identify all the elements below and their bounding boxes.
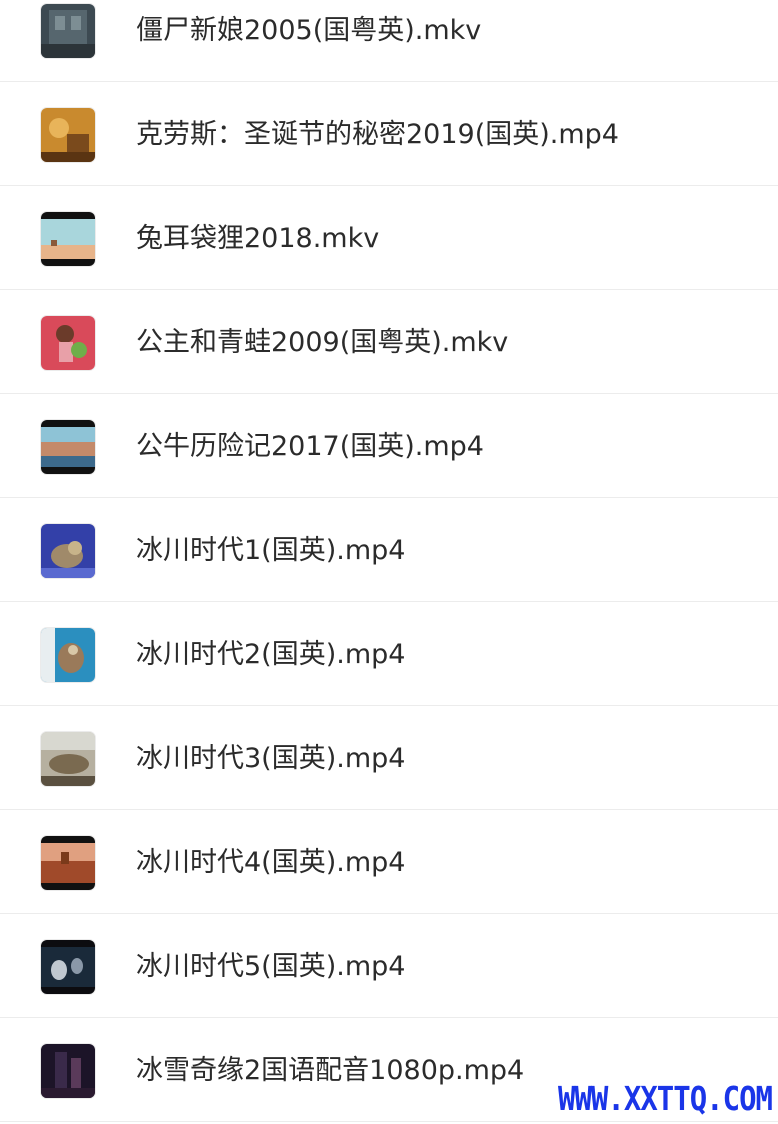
video-thumbnail xyxy=(41,836,95,890)
video-thumbnail xyxy=(41,628,95,682)
list-item[interactable]: 冰川时代1(国英).mp4 xyxy=(0,498,778,602)
video-thumbnail xyxy=(41,316,95,370)
list-item[interactable]: 公牛历险记2017(国英).mp4 xyxy=(0,394,778,498)
list-item[interactable]: 克劳斯：圣诞节的秘密2019(国英).mp4 xyxy=(0,82,778,186)
list-item[interactable]: 冰川时代3(国英).mp4 xyxy=(0,706,778,810)
video-thumbnail xyxy=(41,4,95,58)
file-name: 冰川时代1(国英).mp4 xyxy=(136,535,406,566)
list-item[interactable]: 冰川时代2(国英).mp4 xyxy=(0,602,778,706)
file-name: 冰川时代2(国英).mp4 xyxy=(136,639,406,670)
file-name: 僵尸新娘2005(国粤英).mkv xyxy=(136,15,482,46)
file-name: 冰川时代4(国英).mp4 xyxy=(136,847,406,878)
file-name: 冰川时代5(国英).mp4 xyxy=(136,951,406,982)
file-name: 公主和青蛙2009(国粤英).mkv xyxy=(136,327,509,358)
list-item[interactable]: 冰川时代4(国英).mp4 xyxy=(0,810,778,914)
file-name: 兔耳袋狸2018.mkv xyxy=(136,223,380,254)
list-item[interactable]: 冰川时代5(国英).mp4 xyxy=(0,914,778,1018)
video-thumbnail xyxy=(41,732,95,786)
video-thumbnail xyxy=(41,524,95,578)
file-list: 僵尸新娘2005(国粤英).mkv 克劳斯：圣诞节的秘密2019(国英).mp4… xyxy=(0,0,778,1122)
video-thumbnail xyxy=(41,940,95,994)
video-thumbnail xyxy=(41,1044,95,1098)
file-name: 冰川时代3(国英).mp4 xyxy=(136,743,406,774)
video-thumbnail xyxy=(41,212,95,266)
list-item[interactable]: 公主和青蛙2009(国粤英).mkv xyxy=(0,290,778,394)
file-name: 冰雪奇缘2国语配音1080p.mp4 xyxy=(136,1055,525,1086)
video-thumbnail xyxy=(41,420,95,474)
video-thumbnail xyxy=(41,108,95,162)
list-item[interactable]: 僵尸新娘2005(国粤英).mkv xyxy=(0,0,778,82)
file-name: 公牛历险记2017(国英).mp4 xyxy=(136,431,484,462)
list-item[interactable]: 兔耳袋狸2018.mkv xyxy=(0,186,778,290)
file-name: 克劳斯：圣诞节的秘密2019(国英).mp4 xyxy=(136,119,619,150)
watermark-text: WWW.XXTTQ.COM xyxy=(558,1078,773,1118)
